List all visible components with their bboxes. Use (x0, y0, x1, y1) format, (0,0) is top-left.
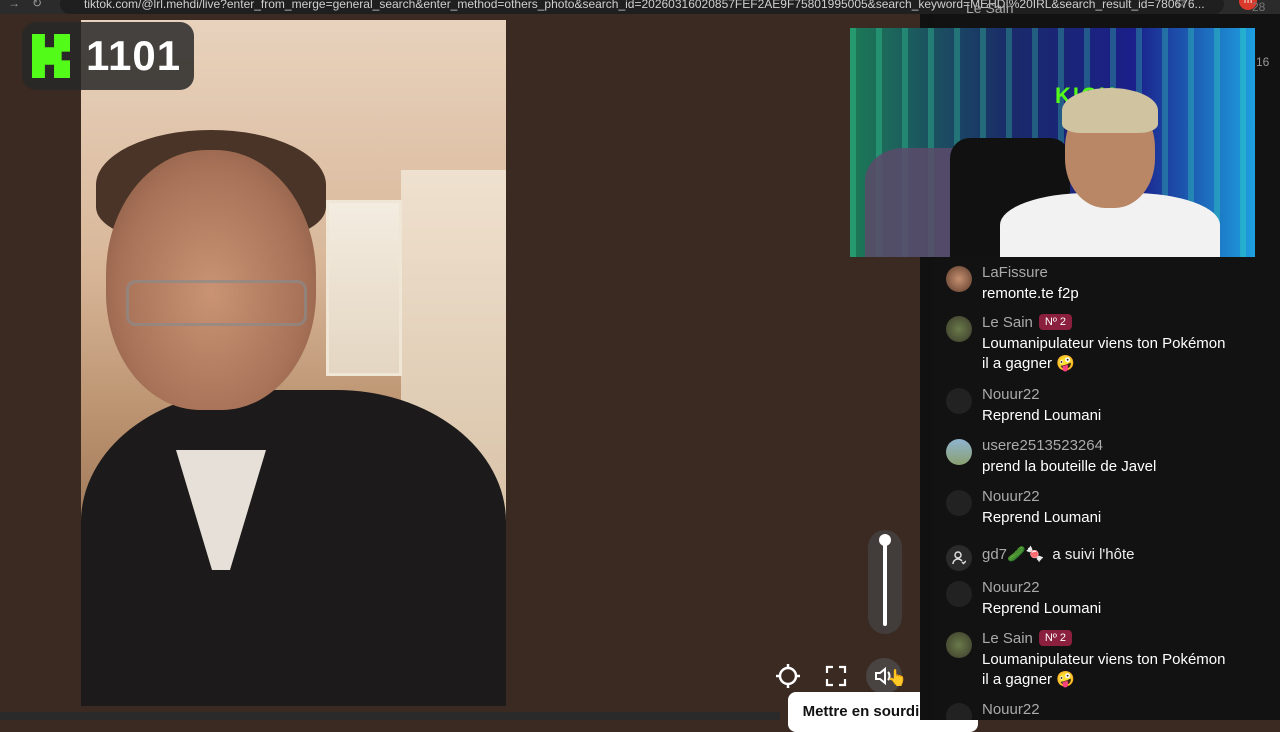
chat-counter-second: 16 (1256, 55, 1270, 69)
chat-message: usere2513523264 prend la bouteille de Ja… (946, 437, 1266, 481)
user-avatar[interactable] (946, 632, 972, 658)
user-avatar[interactable] (946, 439, 972, 465)
user-avatar[interactable] (946, 266, 972, 292)
forward-icon[interactable]: → (8, 0, 20, 10)
bookmark-star-icon[interactable]: ☆ (1175, 0, 1187, 11)
sun-icon[interactable] (770, 658, 806, 694)
chat-text: prend la bouteille de Javel (982, 458, 1157, 475)
chat-username[interactable]: usere2513523264 (982, 437, 1103, 454)
fullscreen-icon[interactable] (818, 658, 854, 694)
pip-streamer-hair (1062, 88, 1158, 133)
chat-message: LaFissure remonte.te f2p (946, 264, 1266, 308)
mouse-pointer-icon: 👆 (887, 670, 907, 687)
chat-counter-top: 28 (1252, 0, 1266, 14)
kick-viewer-count: 1101 (86, 32, 182, 79)
live-stage: 1101 (0, 14, 920, 720)
chat-username[interactable]: Nouur22 (982, 701, 1040, 718)
chat-text: Reprend Loumani (982, 600, 1102, 617)
chat-message: Nouur22 Reprend Loumani (946, 488, 1266, 532)
chat-username[interactable]: Le Sain Nº 2 (982, 314, 1073, 331)
chat-message: Le Sain Nº 2 Loumanipulateur viens ton Po… (946, 630, 1266, 694)
follow-action-text: a suivi l'hôte (1052, 546, 1135, 563)
chat-username[interactable]: Nouur22 (982, 386, 1040, 403)
chat-text-continued: il a gagner 🤪 (982, 355, 1075, 372)
chat-text: Loumanipulateur viens ton Pokémon (982, 651, 1226, 668)
kick-viewer-badge: 1101 (22, 22, 194, 90)
chat-message: Nouur22 Reprend Loumani (946, 579, 1266, 623)
kick-logo-icon (32, 34, 70, 78)
chat-username[interactable]: Nouur22 (982, 579, 1040, 596)
streamer-glasses (126, 280, 307, 326)
volume-slider[interactable] (868, 530, 902, 634)
chat-text-continued: il a gagner 🤪 (982, 671, 1075, 688)
chat-text: Reprend Loumani (982, 509, 1102, 526)
chat-text: remonte.te f2p (982, 285, 1079, 302)
user-avatar[interactable] (946, 703, 972, 720)
pip-stream-video[interactable]: KICK (850, 28, 1255, 257)
follow-person-icon (946, 545, 972, 571)
browser-toolbar: → ↻ tiktok.com/@lrl.mehdi/live?enter_fro… (0, 0, 1280, 14)
user-avatar[interactable] (946, 316, 972, 342)
chat-message: Nouur22 (946, 701, 1266, 720)
follow-notification: gd7🥒🍬 a suivi l'hôte (946, 543, 1266, 571)
reload-icon[interactable]: ↻ (32, 0, 42, 10)
chat-message: Le Sain Nº 2 Loumanipulateur viens ton Po… (946, 314, 1266, 378)
background-window (326, 200, 402, 376)
chat-username[interactable]: Le Sain Nº 2 (982, 630, 1073, 647)
address-bar[interactable]: tiktok.com/@lrl.mehdi/live?enter_from_me… (60, 0, 1224, 14)
os-dock-strip (0, 712, 780, 720)
volume-knob[interactable] (879, 534, 891, 546)
rank-badge: Nº 2 (1038, 314, 1073, 330)
chat-username[interactable]: gd7🥒🍬 (982, 546, 1044, 563)
chat-text: Loumanipulateur viens ton Pokémon (982, 335, 1226, 352)
user-avatar[interactable] (946, 490, 972, 516)
chat-partial-username: Le Sain (966, 0, 1014, 16)
user-avatar[interactable] (946, 388, 972, 414)
chat-username[interactable]: LaFissure (982, 264, 1048, 281)
chat-text: Reprend Loumani (982, 407, 1102, 424)
streamer-sweater (81, 390, 506, 706)
main-stream-video[interactable] (81, 20, 506, 706)
volume-track[interactable] (883, 538, 887, 626)
follow-text: gd7🥒🍬 a suivi l'hôte (982, 545, 1134, 563)
rank-badge: Nº 2 (1038, 630, 1073, 646)
user-avatar[interactable] (946, 581, 972, 607)
chat-message: Nouur22 Reprend Loumani (946, 386, 1266, 430)
chat-username[interactable]: Nouur22 (982, 488, 1040, 505)
